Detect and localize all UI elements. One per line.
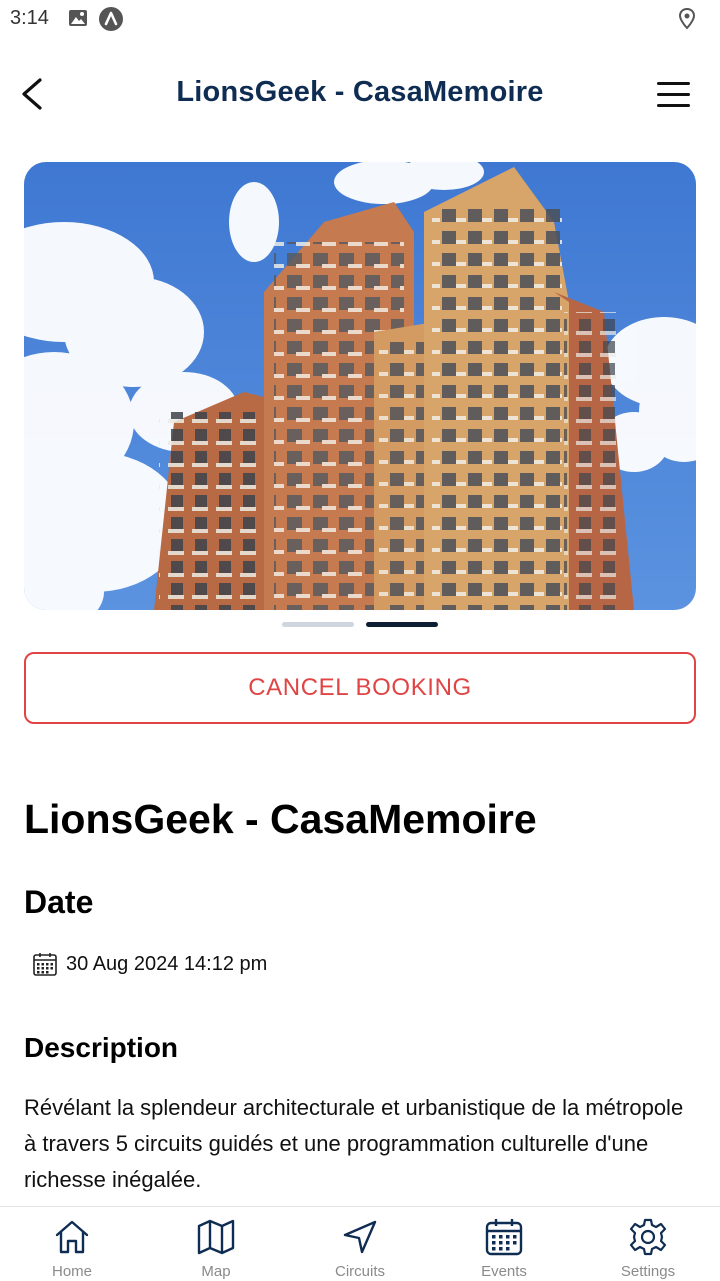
nav-label-settings: Settings	[620, 1263, 676, 1280]
page-title: LionsGeek - CasaMemoire	[176, 76, 544, 108]
date-row: 30 Aug 2024 14:12 pm	[32, 948, 267, 980]
event-description: Révélant la splendeur architecturale et …	[24, 1095, 684, 1192]
gear-icon	[629, 1218, 667, 1256]
nav-item-circuits[interactable]: Circuits	[288, 1207, 432, 1281]
calendar-icon	[485, 1219, 523, 1256]
cancel-booking-button[interactable]: CANCEL BOOKING	[24, 652, 696, 724]
hero-image-carousel[interactable]	[24, 162, 696, 610]
nav-label-home: Home	[51, 1263, 92, 1280]
nav-item-home[interactable]: Home	[0, 1207, 144, 1281]
carousel-indicator	[0, 622, 720, 628]
building-photo	[24, 162, 696, 610]
calendar-icon	[33, 953, 57, 976]
home-icon	[55, 1220, 89, 1254]
status-time: 3:14	[10, 7, 49, 29]
image-notification-icon	[69, 10, 87, 26]
menu-button[interactable]	[654, 78, 694, 112]
nav-item-settings[interactable]: Settings	[576, 1207, 720, 1281]
event-title: LionsGeek - CasaMemoire	[24, 796, 537, 842]
map-icon	[197, 1219, 235, 1255]
app-notification-icon	[99, 7, 123, 31]
nav-item-events[interactable]: Events	[432, 1207, 576, 1281]
app-header: LionsGeek - CasaMemoire	[0, 60, 720, 130]
date-heading: Date	[24, 884, 94, 920]
nav-label-circuits: Circuits	[334, 1263, 385, 1280]
carousel-dot[interactable]	[282, 622, 354, 627]
status-bar: 3:14	[0, 0, 720, 38]
event-date: 30 Aug 2024 14:12 pm	[66, 952, 268, 975]
location-icon	[678, 7, 696, 30]
nav-item-map[interactable]: Map	[144, 1207, 288, 1281]
carousel-dot-active[interactable]	[366, 622, 438, 627]
navigation-icon	[343, 1220, 377, 1254]
bottom-navigation: Home Map Circuits Events Settings	[0, 1206, 720, 1281]
hamburger-menu-icon	[657, 82, 690, 107]
nav-label-events: Events	[481, 1263, 527, 1280]
description-heading: Description	[24, 1032, 179, 1063]
nav-label-map: Map	[201, 1263, 231, 1280]
